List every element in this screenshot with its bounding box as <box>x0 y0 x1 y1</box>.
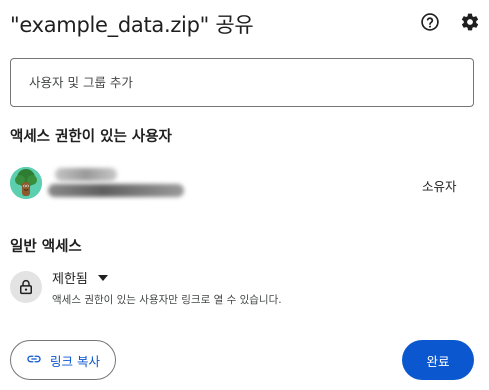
copy-link-button[interactable]: 링크 복사 <box>10 340 116 380</box>
general-access-value: 제한됨 <box>52 272 88 287</box>
redacted-name <box>55 168 117 181</box>
avatar <box>10 167 42 199</box>
gear-icon[interactable] <box>459 11 481 33</box>
general-access-heading: 일반 액세스 <box>10 239 82 255</box>
add-people-input[interactable] <box>10 58 474 107</box>
people-with-access-heading: 액세스 권한이 있는 사용자 <box>10 129 172 145</box>
redacted-email <box>48 184 184 197</box>
dialog-title: "example_data.zip" 공유 <box>10 13 254 37</box>
help-icon[interactable] <box>419 11 441 33</box>
copy-link-label: 링크 복사 <box>50 353 100 369</box>
link-icon <box>26 351 42 370</box>
general-access-dropdown[interactable]: 제한됨 <box>52 268 108 287</box>
owner-role-label: 소유자 <box>422 179 457 194</box>
general-access-description: 액세스 권한이 있는 사용자만 링크로 열 수 있습니다. <box>52 294 282 306</box>
lock-icon <box>10 271 42 303</box>
done-button[interactable]: 완료 <box>402 340 474 380</box>
caret-down-icon <box>97 274 108 281</box>
